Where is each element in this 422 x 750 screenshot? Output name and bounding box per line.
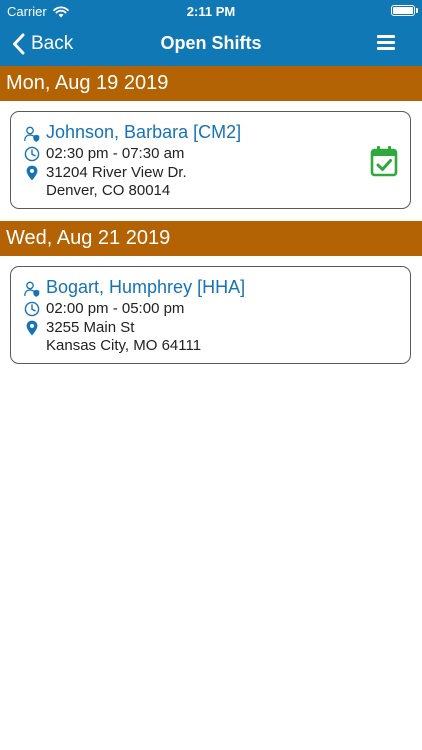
client-name: Johnson, Barbara [CM2] [46,122,242,142]
top-bar: Carrier 2:11 PM Back Open Shifts [0,0,422,66]
address-line-1: 31204 River View Dr. [46,164,187,181]
hamburger-menu-icon[interactable] [377,35,397,53]
calendar-check-icon[interactable] [370,145,398,177]
date-header: Mon, Aug 19 2019 [0,66,422,101]
address-line-1: 3255 Main St [46,319,135,336]
address-line-2: Kansas City, MO 64111 [46,337,202,354]
status-bar: Carrier 2:11 PM [0,0,422,22]
date-header: Wed, Aug 21 2019 [0,221,422,256]
shift-time: 02:00 pm - 05:00 pm [46,300,185,317]
navigation-bar: Back Open Shifts [0,22,422,66]
shift-time: 02:30 pm - 07:30 am [46,145,185,162]
location-pin-icon [26,320,38,336]
user-shield-icon [24,126,40,142]
shift-card[interactable]: Bogart, Humphrey [HHA] 02:00 pm - 05:00 … [10,266,411,364]
location-pin-icon [26,165,38,181]
clock-icon [24,301,40,317]
client-name: Bogart, Humphrey [HHA] [46,277,246,297]
clock-icon [24,146,40,162]
battery-icon [391,5,418,16]
page-title: Open Shifts [160,33,262,53]
address-line-2: Denver, CO 80014 [46,182,171,199]
shift-card[interactable]: Johnson, Barbara [CM2] 02:30 pm - 07:30 … [10,111,411,209]
user-shield-icon [24,281,40,297]
clock-time: 2:11 PM [186,4,236,19]
